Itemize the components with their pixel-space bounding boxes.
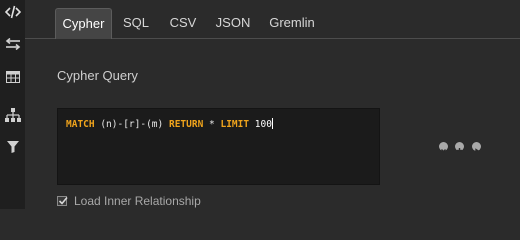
format-tabs: Cypher SQL CSV JSON Gremlin: [25, 0, 520, 39]
section-title: Cypher Query: [57, 68, 138, 83]
limit-value: 100: [249, 119, 272, 130]
exchange-icon: [5, 38, 21, 50]
tab-json[interactable]: JSON: [211, 8, 255, 39]
hierarchy-view-button[interactable]: [0, 103, 25, 127]
keyword-match: MATCH: [66, 119, 95, 130]
add-button[interactable]: [455, 142, 464, 153]
tab-gremlin[interactable]: Gremlin: [263, 8, 321, 39]
table-icon: [5, 71, 20, 83]
checkmark-icon: [58, 196, 68, 205]
query-star: *: [203, 119, 221, 130]
app-window: Cypher SQL CSV JSON Gremlin Cypher Query…: [0, 0, 520, 209]
cypher-query-editor[interactable]: MATCH (n)-[r]-(m) RETURN * LIMIT 100: [57, 108, 380, 185]
code-icon: [4, 5, 21, 19]
hierarchy-icon: [4, 108, 21, 122]
tab-cypher[interactable]: Cypher: [55, 8, 112, 39]
plus-icon: [457, 148, 462, 153]
keyword-limit: LIMIT: [220, 119, 250, 130]
code-view-button[interactable]: [0, 0, 25, 24]
load-inner-checkbox[interactable]: [57, 196, 68, 206]
text-cursor: [271, 118, 273, 129]
table-view-button[interactable]: [0, 65, 25, 89]
query-pattern: (n)-[r]-(m): [94, 119, 169, 130]
filter-icon: [6, 141, 19, 153]
run-button[interactable]: [472, 142, 481, 153]
swap-button[interactable]: [0, 32, 25, 56]
left-toolbar: [0, 0, 25, 209]
tab-csv[interactable]: CSV: [163, 8, 203, 39]
query-text: MATCH (n)-[r]-(m) RETURN * LIMIT 100: [66, 118, 273, 130]
filter-button[interactable]: [0, 135, 25, 159]
load-inner-label: Load Inner Relationship: [74, 194, 201, 208]
collapse-button[interactable]: [439, 142, 448, 153]
load-inner-relationship-option[interactable]: Load Inner Relationship: [57, 194, 201, 208]
play-icon: [475, 148, 479, 153]
tab-sql[interactable]: SQL: [117, 8, 155, 39]
chevron-down-icon: [441, 149, 446, 153]
keyword-return: RETURN: [168, 119, 204, 130]
